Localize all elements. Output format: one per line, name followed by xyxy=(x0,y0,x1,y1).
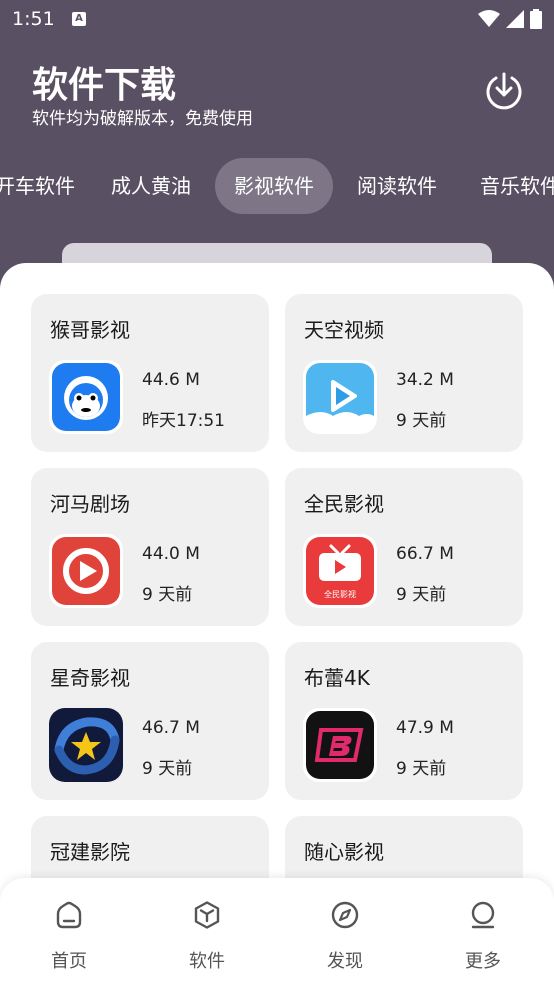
app-name: 河马剧场 xyxy=(50,492,130,516)
monkey-icon xyxy=(49,360,123,434)
app-name: 全民影视 xyxy=(304,492,384,516)
app-card[interactable]: 全民影视 全民影视 66.7 M 9 天前 xyxy=(285,468,523,626)
nav-label: 首页 xyxy=(51,951,87,972)
tab-yuedu[interactable]: 阅读软件 xyxy=(338,158,456,214)
app-card[interactable]: 星奇影视 46.7 M 9 天前 xyxy=(31,642,269,800)
nav-more[interactable]: 更多 xyxy=(414,878,552,984)
quanmin-icon-text: 全民影视 xyxy=(324,589,356,599)
nav-home[interactable]: 首页 xyxy=(0,878,138,984)
app-name: 猴哥影视 xyxy=(50,318,130,342)
app-name: 冠建影院 xyxy=(50,840,130,864)
b-logo-icon xyxy=(303,708,377,782)
category-tabs: 开车软件 成人黄油 影视软件 阅读软件 音乐软件 xyxy=(0,158,554,214)
app-date: 9 天前 xyxy=(142,759,193,779)
tab-yinyue[interactable]: 音乐软件 xyxy=(461,158,554,214)
tab-yingshi[interactable]: 影视软件 xyxy=(215,158,333,214)
nav-label: 发现 xyxy=(327,951,363,972)
a-box-icon: A xyxy=(72,12,86,26)
app-name: 星奇影视 xyxy=(50,666,130,690)
box-icon xyxy=(194,901,220,929)
app-name: 布蕾4K xyxy=(304,666,370,690)
hippo-play-icon xyxy=(49,534,123,608)
app-date: 9 天前 xyxy=(396,411,447,431)
tab-kaiche[interactable]: 开车软件 xyxy=(0,158,94,214)
app-card[interactable]: 河马剧场 44.0 M 9 天前 xyxy=(31,468,269,626)
app-card[interactable]: 天空视频 34.2 M 9 天前 xyxy=(285,294,523,452)
app-size: 46.7 M xyxy=(142,718,200,738)
app-card[interactable]: 猴哥影视 44.6 M 昨天17:51 xyxy=(31,294,269,452)
app-name: 随心影视 xyxy=(304,840,384,864)
app-date: 昨天17:51 xyxy=(142,411,225,431)
status-time: 1:51 xyxy=(12,8,55,30)
compass-icon xyxy=(331,901,359,929)
tab-chengren[interactable]: 成人黄油 xyxy=(92,158,210,214)
status-bar: 1:51 A xyxy=(0,0,554,40)
wifi-icon xyxy=(478,10,500,27)
nav-label: 更多 xyxy=(465,951,501,972)
app-date: 9 天前 xyxy=(396,759,447,779)
header-area: 1:51 A 软件下载 软件均为破解版本，免费使用 开车软件 成人黄油 影视软件… xyxy=(0,0,554,300)
app-name: 天空视频 xyxy=(304,318,384,342)
app-date: 9 天前 xyxy=(142,585,193,605)
app-card[interactable]: 布蕾4K 47.9 M 9 天前 xyxy=(285,642,523,800)
tv-play-icon: 全民影视 xyxy=(303,534,377,608)
sky-play-icon xyxy=(303,360,377,434)
battery-icon xyxy=(530,9,542,29)
bottom-nav: 首页 软件 发现 更多 xyxy=(0,878,554,984)
app-size: 44.0 M xyxy=(142,544,200,564)
app-size: 44.6 M xyxy=(142,370,200,390)
page-title: 软件下载 xyxy=(32,65,177,106)
nav-software[interactable]: 软件 xyxy=(138,878,276,984)
nav-label: 软件 xyxy=(189,951,225,972)
signal-icon xyxy=(506,10,524,28)
status-icons xyxy=(478,9,542,29)
content-sheet: 猴哥影视 44.6 M 昨天17:51 天空视频 34.2 M 9 天前 河马剧… xyxy=(0,263,554,984)
download-circle-icon[interactable] xyxy=(484,70,524,110)
user-icon xyxy=(471,901,495,929)
star-icon xyxy=(49,708,123,782)
app-size: 34.2 M xyxy=(396,370,454,390)
home-icon xyxy=(56,901,82,929)
app-size: 66.7 M xyxy=(396,544,454,564)
app-date: 9 天前 xyxy=(396,585,447,605)
nav-discover[interactable]: 发现 xyxy=(276,878,414,984)
app-size: 47.9 M xyxy=(396,718,454,738)
page-subtitle: 软件均为破解版本，免费使用 xyxy=(32,109,253,129)
